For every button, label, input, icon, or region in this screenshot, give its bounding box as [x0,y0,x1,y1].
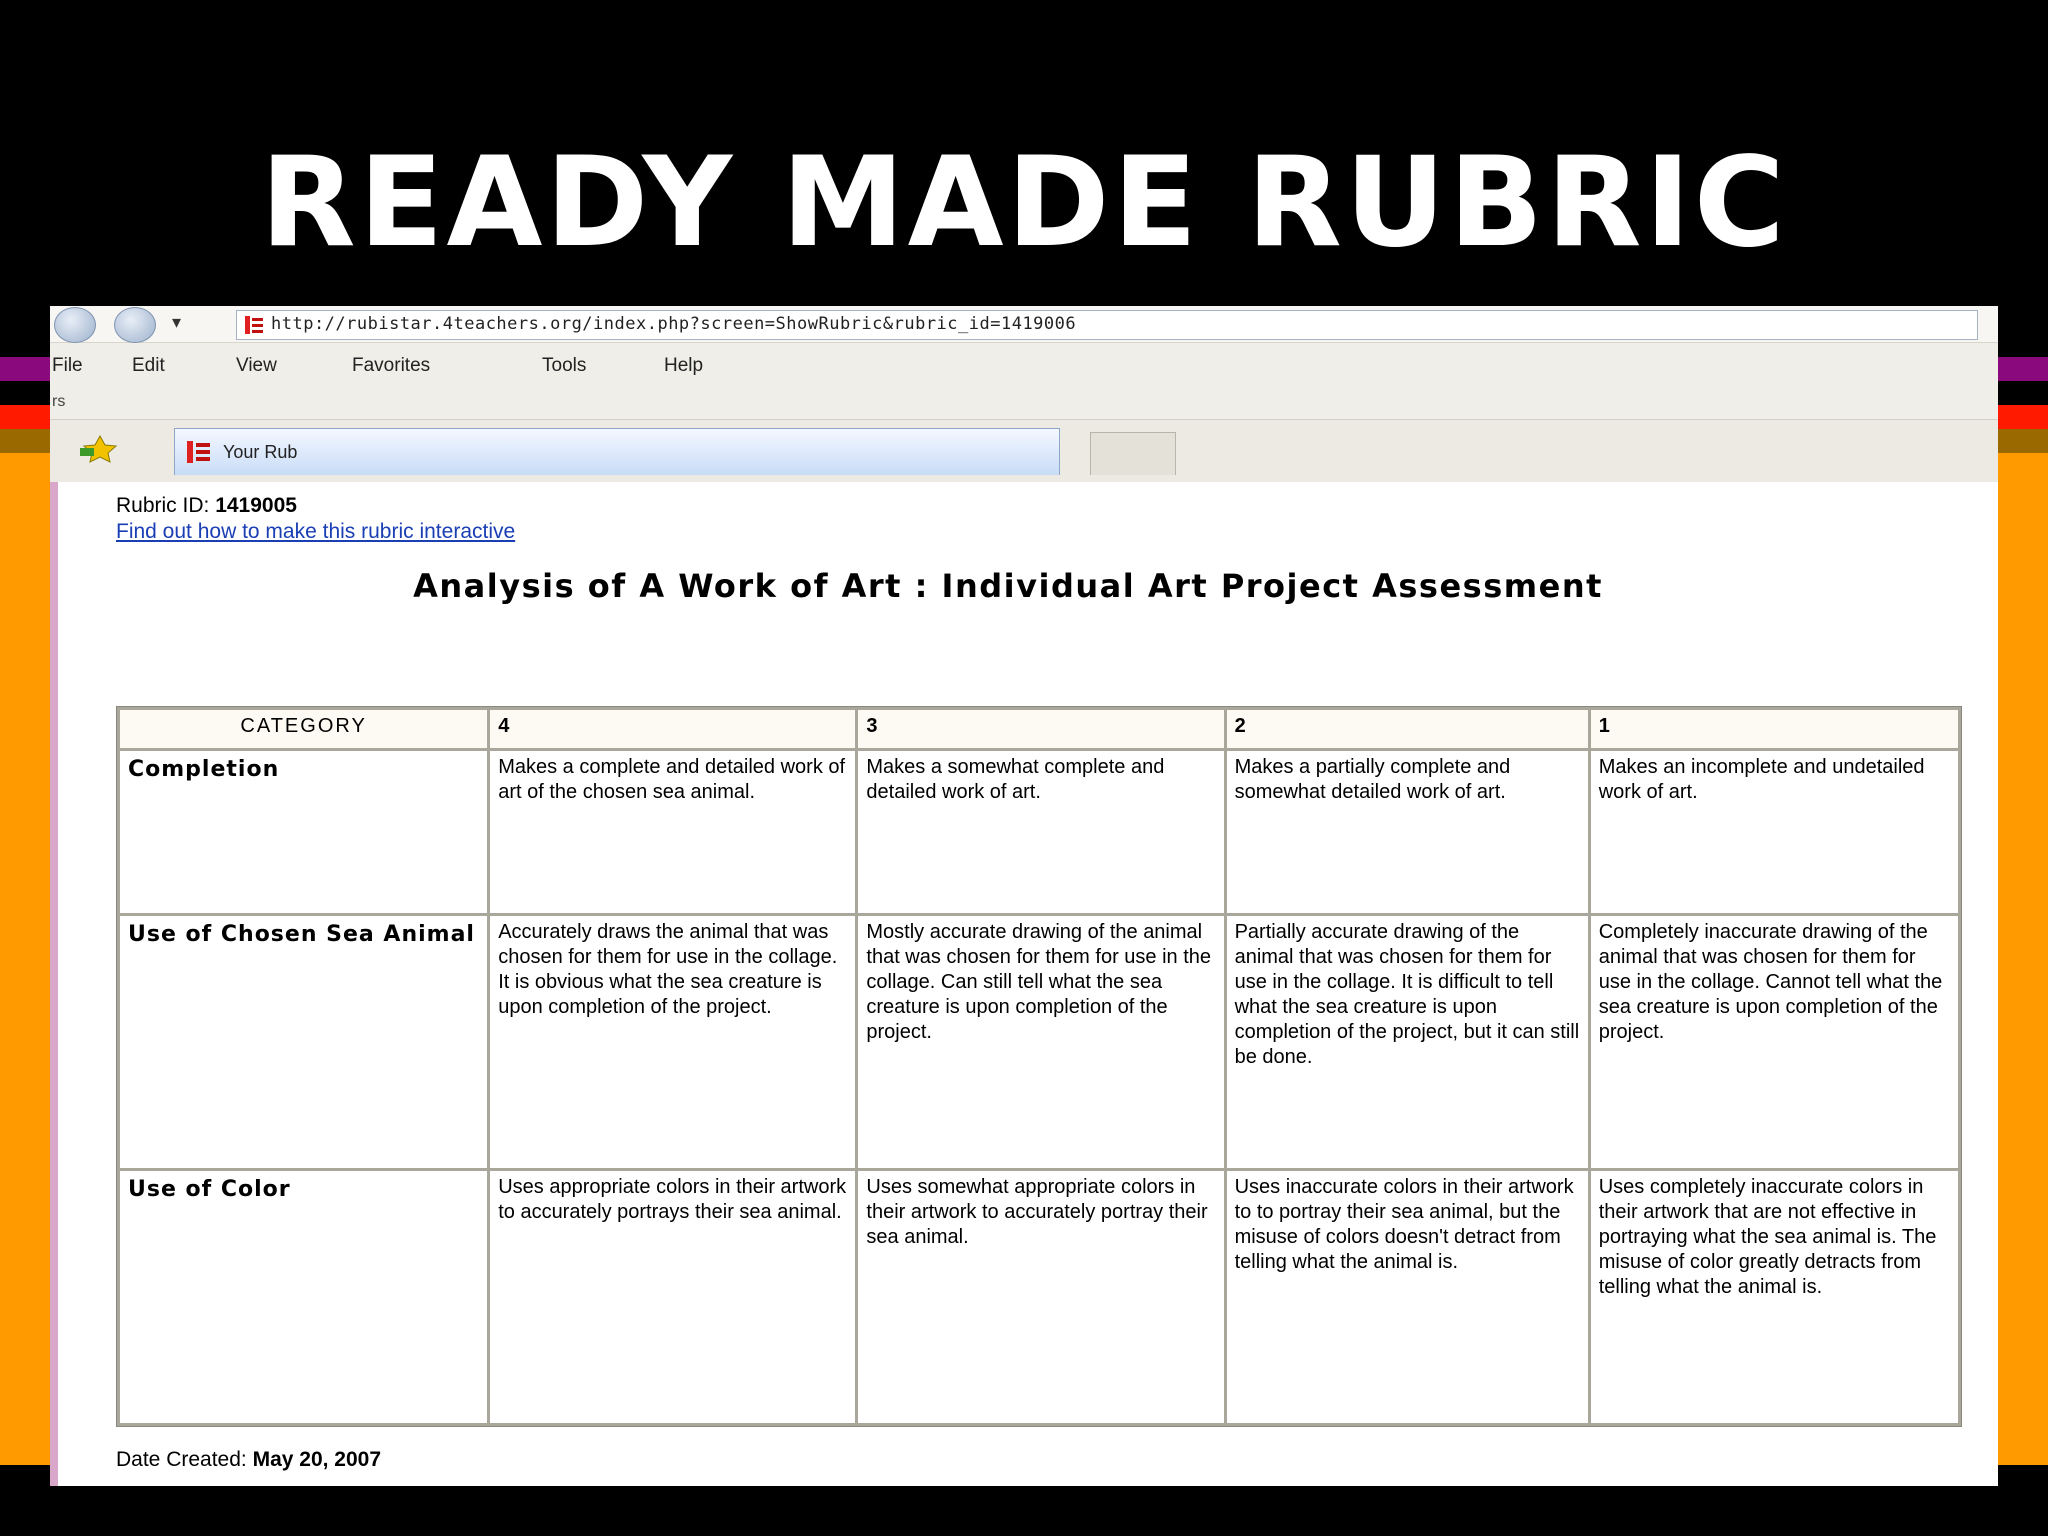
back-button[interactable] [54,307,96,343]
site-favicon-icon [245,316,263,334]
menu-file[interactable]: File [52,355,83,377]
menu-favorites[interactable]: Favorites [352,355,430,377]
row-category: Use of Color [120,1171,488,1423]
favorites-star-icon[interactable] [78,434,122,464]
rubric-id-value: 1419005 [215,494,297,517]
stripe-brown-left [0,429,50,453]
rubric-cell: Makes a complete and detailed work of ar… [490,751,856,913]
stripe-purple-right [1998,357,2048,381]
header-score-4: 4 [490,710,856,748]
stripe-brown-right [1998,429,2048,453]
header-score-1: 1 [1590,710,1958,748]
rubric-table: CATEGORY 4 3 2 1 Completion Makes a comp… [116,706,1962,1427]
row-category: Completion [120,751,488,913]
rubric-cell: Uses completely inaccurate colors in the… [1590,1171,1958,1423]
stripe-orange-left [0,453,50,1465]
interactive-rubric-link[interactable]: Find out how to make this rubric interac… [116,520,515,544]
rubric-id-line: Rubric ID: 1419005 [116,494,297,518]
address-field[interactable]: http://rubistar.4teachers.org/index.php?… [236,310,1978,340]
rubric-cell: Uses somewhat appropriate colors in thei… [858,1171,1224,1423]
rubric-cell: Mostly accurate drawing of the animal th… [858,916,1224,1168]
browser-screenshot: ▾ http://rubistar.4teachers.org/index.ph… [50,306,1998,1486]
rubric-id-label: Rubric ID: [116,494,210,517]
rubric-cell: Makes a partially complete and somewhat … [1226,751,1588,913]
rubric-cell: Uses appropriate colors in their artwork… [490,1171,856,1423]
tab-rubric[interactable]: Your Rub [174,428,1060,475]
date-created-value: May 20, 2007 [252,1448,382,1471]
tab-favicon-icon [187,441,210,463]
rubric-cell: Partially accurate drawing of the animal… [1226,916,1588,1168]
menu-help[interactable]: Help [664,355,703,377]
menu-edit[interactable]: Edit [132,355,165,377]
address-bar-row: ▾ http://rubistar.4teachers.org/index.ph… [50,306,1998,343]
row-category: Use of Chosen Sea Animal [120,916,488,1168]
menu-tools[interactable]: Tools [542,355,586,377]
tab-label: Your Rub [223,442,298,462]
stripe-purple-left [0,357,50,381]
menu-bar: File Edit View Favorites Tools Help rs [50,343,1998,420]
stripe-orange-right [1998,453,2048,1465]
rubric-cell: Completely inaccurate drawing of the ani… [1590,916,1958,1168]
date-created-label: Date Created: [116,1448,247,1471]
stripe-red-right [1998,405,2048,429]
header-category: CATEGORY [120,710,488,748]
rubric-title: Analysis of A Work of Art : Individual A… [413,567,1603,605]
rubric-cell: Accurately draws the animal that was cho… [490,916,856,1168]
rubric-page: Rubric ID: 1419005 Find out how to make … [58,482,1998,1486]
history-dropdown-icon[interactable]: ▾ [172,312,181,333]
forward-button[interactable] [114,307,156,343]
slide-title: READY MADE RUBRIC [260,131,1788,275]
date-created-line: Date Created: May 20, 2007 [116,1448,381,1472]
address-text: http://rubistar.4teachers.org/index.php?… [271,314,1077,334]
rubric-cell: Makes a somewhat complete and detailed w… [858,751,1224,913]
rubric-row-sea-animal: Use of Chosen Sea Animal Accurately draw… [120,916,1958,1168]
rubric-row-color: Use of Color Uses appropriate colors in … [120,1171,1958,1423]
rubric-cell: Uses inaccurate colors in their artwork … [1226,1171,1588,1423]
new-tab-button[interactable] [1090,432,1176,475]
links-toolbar-label: rs [52,393,66,410]
menu-view[interactable]: View [236,355,277,377]
rubric-row-completion: Completion Makes a complete and detailed… [120,751,1958,913]
page-left-edge [50,482,58,1486]
rubric-cell: Makes an incomplete and undetailed work … [1590,751,1958,913]
tab-bar: Your Rub [50,420,1998,484]
rubric-header-row: CATEGORY 4 3 2 1 [120,710,1958,748]
stripe-red-left [0,405,50,429]
header-score-2: 2 [1226,710,1588,748]
header-score-3: 3 [858,710,1224,748]
